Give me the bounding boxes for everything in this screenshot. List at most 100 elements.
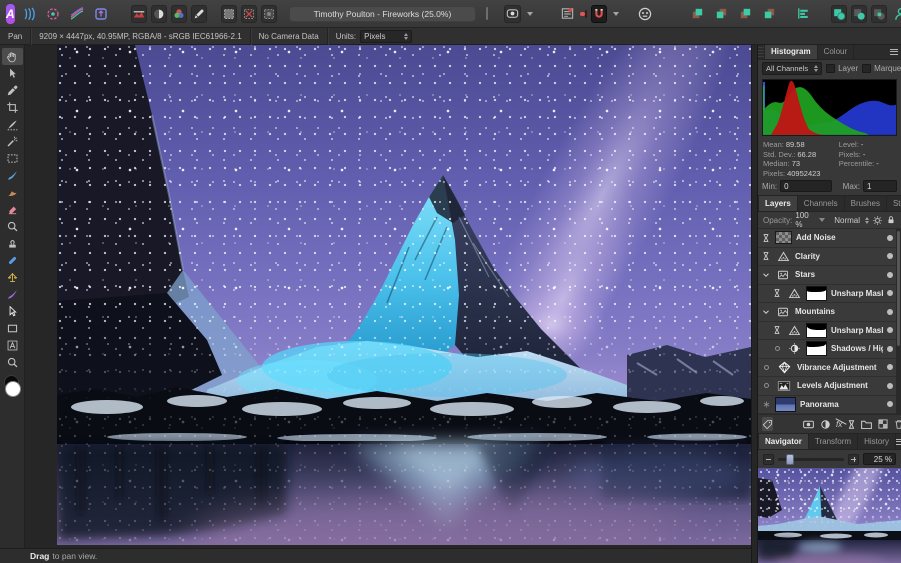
zoom-value-input[interactable]: 25 % — [863, 453, 896, 465]
move-backward-button[interactable] — [735, 4, 755, 24]
panel-drag-handle[interactable] — [758, 45, 765, 59]
layer-visibility-toggle[interactable] — [887, 253, 893, 260]
blend-mode-stepper[interactable] — [865, 216, 869, 224]
chevron-expanded-icon[interactable] — [761, 270, 771, 280]
mask-thumbnail[interactable] — [806, 322, 827, 338]
move-forward-button[interactable] — [711, 4, 731, 24]
develop-persona-button[interactable] — [43, 4, 63, 24]
flood-select-tool[interactable] — [2, 133, 23, 150]
blur-tool[interactable] — [2, 286, 23, 303]
layer-row-levels[interactable]: Levels Adjustment — [758, 377, 901, 396]
crop-tool[interactable] — [2, 99, 23, 116]
alignment-button[interactable] — [793, 4, 813, 24]
layer-visibility-toggle[interactable] — [887, 345, 893, 352]
layer-row-clarity[interactable]: Clarity — [758, 247, 901, 266]
eraser-tool[interactable] — [2, 201, 23, 218]
layer-visibility-toggle[interactable] — [887, 271, 893, 278]
delete-layer-button[interactable] — [893, 418, 901, 431]
zoom-slider[interactable] — [778, 453, 844, 465]
auto-contrast-button[interactable] — [150, 4, 167, 23]
layer-visibility-toggle[interactable] — [887, 308, 893, 315]
blend-mode-dropdown[interactable]: Normal — [834, 216, 860, 225]
panel-menu-icon[interactable] — [895, 434, 901, 449]
tab-history[interactable]: History — [858, 434, 896, 449]
pan-tool[interactable] — [1, 48, 23, 65]
clone-stamp-tool[interactable] — [2, 235, 23, 252]
quick-mask-options-chevron-icon[interactable] — [527, 11, 534, 16]
tab-channels[interactable]: Channels — [798, 196, 845, 211]
new-layer-button[interactable] — [877, 418, 889, 430]
tab-navigator[interactable]: Navigator — [759, 434, 809, 449]
lock-icon[interactable] — [886, 215, 896, 225]
dodge-tool[interactable] — [2, 218, 23, 235]
zoom-tool[interactable] — [2, 354, 23, 371]
paint-brush-tool[interactable] — [2, 167, 23, 184]
export-persona-button[interactable] — [91, 4, 111, 24]
layer-row-unsharp-mask-1[interactable]: Unsharp Mask — [758, 284, 901, 303]
selection-brush-tool[interactable] — [2, 116, 23, 133]
marquee-checkbox[interactable]: Marquee — [862, 63, 901, 73]
min-input[interactable]: 0 — [780, 180, 833, 192]
layer-row-add-noise[interactable]: Add Noise — [758, 229, 901, 248]
liquify-persona-button[interactable] — [19, 4, 39, 24]
snapping-magnet-button[interactable] — [591, 4, 608, 23]
tone-mapping-persona-button[interactable] — [67, 4, 87, 24]
tag-layer-button[interactable] — [762, 417, 773, 431]
geometry-add-button[interactable] — [831, 4, 848, 23]
zoom-slider-handle[interactable] — [785, 453, 794, 465]
opacity-chevron-icon[interactable] — [819, 218, 826, 222]
geometry-subtract-button[interactable] — [851, 4, 868, 23]
select-all-button[interactable] — [220, 4, 237, 23]
canvas-viewport[interactable] — [25, 45, 751, 548]
tab-brushes[interactable]: Brushes — [845, 196, 887, 211]
text-tool[interactable] — [2, 337, 23, 354]
tab-histogram[interactable]: Histogram — [765, 45, 818, 59]
layer-visibility-toggle[interactable] — [887, 364, 893, 371]
affinity-photo-logo-icon[interactable]: A — [6, 3, 15, 24]
pixel-brush-tool[interactable] — [2, 184, 23, 201]
max-input[interactable]: 1 — [863, 180, 897, 192]
foreground-colour-swatch[interactable] — [4, 381, 21, 397]
deselect-button[interactable] — [240, 4, 257, 23]
toggle-dot-icon[interactable] — [761, 364, 771, 370]
tab-transform[interactable]: Transform — [809, 434, 859, 449]
layer-row-unsharp-mask-2[interactable]: Unsharp Mask — [758, 321, 901, 340]
tab-layers[interactable]: Layers — [759, 196, 798, 211]
snapping-presets-button[interactable] — [557, 4, 577, 24]
toggle-dot-icon[interactable] — [772, 346, 782, 352]
auto-white-balance-button[interactable] — [190, 4, 207, 23]
invert-selection-button[interactable] — [260, 4, 277, 23]
layer-visibility-toggle[interactable] — [887, 327, 893, 334]
colour-chip[interactable] — [486, 7, 489, 20]
assistant-button[interactable] — [635, 4, 655, 24]
marquee-tool[interactable] — [2, 150, 23, 167]
mask-layer-button[interactable] — [802, 418, 815, 431]
auto-colours-button[interactable] — [170, 4, 187, 23]
tab-colour[interactable]: Colour — [818, 45, 855, 59]
mask-thumbnail[interactable] — [806, 341, 827, 357]
layer-visibility-toggle[interactable] — [887, 382, 893, 389]
units-stepper[interactable] — [404, 32, 409, 40]
opacity-value[interactable]: 100 % — [795, 211, 814, 229]
layer-row-shadows-highlight[interactable]: Shadows / Highlight — [758, 340, 901, 359]
layer-effects-button[interactable]: fx — [836, 420, 842, 429]
colour-picker-tool[interactable] — [2, 82, 23, 99]
zoom-in-button[interactable] — [848, 453, 859, 465]
layers-scrollbar[interactable] — [896, 229, 901, 414]
channel-selector-dropdown[interactable]: All Channels — [762, 61, 823, 75]
layer-thumbnail[interactable] — [775, 396, 796, 412]
mask-thumbnail[interactable] — [806, 285, 827, 301]
panel-divider[interactable] — [751, 45, 758, 563]
layer-row-vibrance[interactable]: Vibrance Adjustment — [758, 358, 901, 377]
foreground-background-swatch[interactable] — [2, 375, 23, 401]
toggle-dot-icon[interactable] — [761, 383, 771, 389]
live-filter-button[interactable] — [846, 418, 857, 431]
layer-visibility-toggle[interactable] — [887, 290, 893, 297]
rectangle-tool[interactable] — [2, 320, 23, 337]
navigator-thumbnail[interactable] — [758, 468, 901, 563]
adjustment-layer-button[interactable] — [819, 418, 832, 431]
move-tool[interactable] — [2, 65, 23, 82]
node-tool[interactable] — [2, 303, 23, 320]
panel-menu-icon[interactable] — [887, 45, 901, 59]
layer-row-mountains[interactable]: Mountains — [758, 303, 901, 322]
